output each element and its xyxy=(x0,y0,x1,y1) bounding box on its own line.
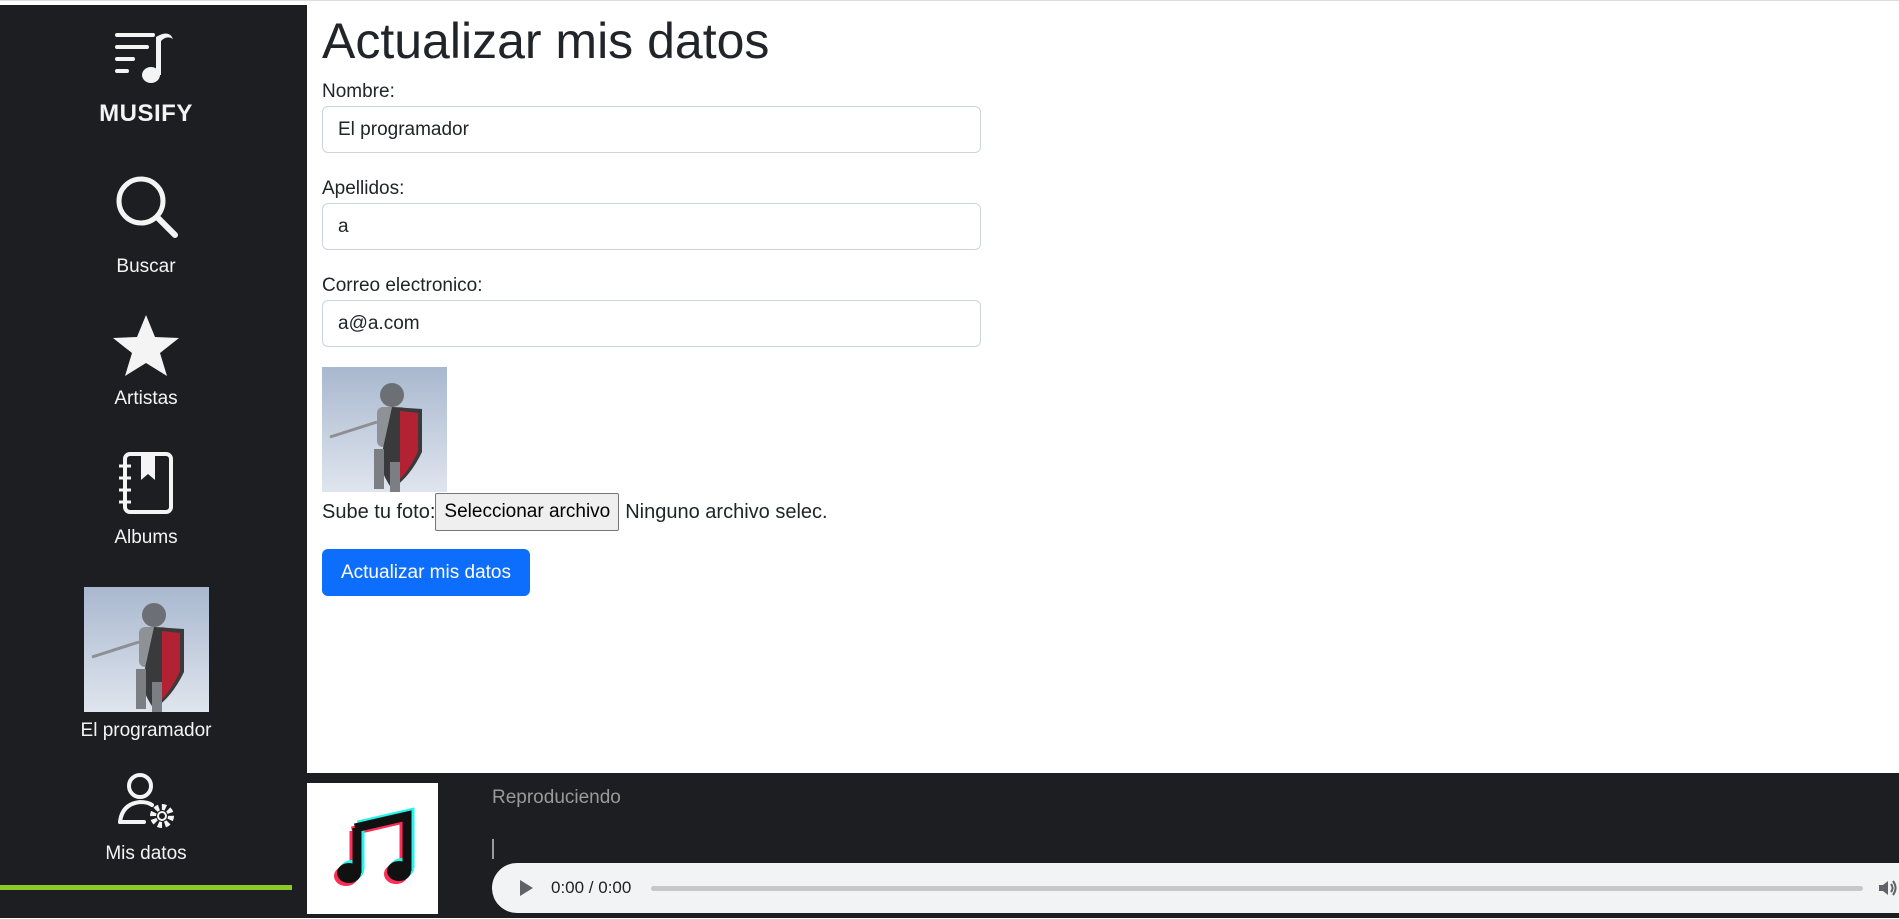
nombre-input[interactable] xyxy=(322,106,981,153)
upload-label: Sube tu foto: xyxy=(322,500,436,523)
sidebar-item-label: Buscar xyxy=(116,256,176,277)
album-book-icon xyxy=(119,452,173,514)
apellidos-label: Apellidos: xyxy=(322,178,405,199)
main-content: Actualizar mis datos Nombre: Apellidos: … xyxy=(307,5,1899,773)
choose-file-button[interactable]: Seleccionar archivo xyxy=(435,493,620,531)
nombre-label: Nombre: xyxy=(322,81,395,102)
sidebar-item-buscar[interactable]: Buscar xyxy=(0,171,292,278)
update-data-button[interactable]: Actualizar mis datos xyxy=(322,549,530,596)
now-playing-cover xyxy=(307,783,438,914)
seek-bar[interactable] xyxy=(651,885,1863,891)
active-indicator xyxy=(0,885,292,890)
audio-controls: 0:00 / 0:00 xyxy=(492,863,1899,913)
time-display: 0:00 / 0:00 xyxy=(551,878,632,897)
sidebar-item-profile[interactable]: El programador xyxy=(0,587,292,742)
now-playing-label: Reproduciendo xyxy=(492,787,621,808)
sidebar-item-label: Albums xyxy=(114,527,178,548)
profile-photo-preview xyxy=(322,367,447,492)
audio-player-bar: Reproduciendo 0:00 / 0:00 xyxy=(307,773,1899,918)
brand[interactable]: MUSIFY xyxy=(0,27,292,128)
user-avatar xyxy=(83,587,209,712)
musify-logo-icon xyxy=(115,33,173,83)
apellidos-input[interactable] xyxy=(322,203,981,250)
search-icon xyxy=(116,176,178,238)
user-settings-icon xyxy=(118,773,174,828)
music-note-icon xyxy=(334,807,415,886)
volume-icon[interactable] xyxy=(1877,878,1899,898)
file-status: Ninguno archivo selec. xyxy=(625,500,828,523)
brand-label: MUSIFY xyxy=(99,100,193,127)
sidebar-item-label: El programador xyxy=(80,720,212,741)
play-icon[interactable] xyxy=(520,880,533,896)
star-icon xyxy=(113,315,179,376)
sidebar-item-label: Artistas xyxy=(114,388,178,409)
page-title: Actualizar mis datos xyxy=(322,13,770,69)
track-title-placeholder xyxy=(492,839,494,859)
correo-label: Correo electronico: xyxy=(322,275,483,296)
email-input[interactable] xyxy=(322,300,981,347)
photo-upload-row: Sube tu foto: Seleccionar archivo Ningun… xyxy=(322,492,828,532)
sidebar: MUSIFY Buscar Artistas Albums El program… xyxy=(0,5,307,918)
sidebar-item-albums[interactable]: Albums xyxy=(0,450,292,549)
sidebar-item-mis-datos[interactable]: Mis datos xyxy=(0,772,292,865)
sidebar-item-label: Mis datos xyxy=(105,843,187,864)
sidebar-item-artistas[interactable]: Artistas xyxy=(0,313,292,410)
